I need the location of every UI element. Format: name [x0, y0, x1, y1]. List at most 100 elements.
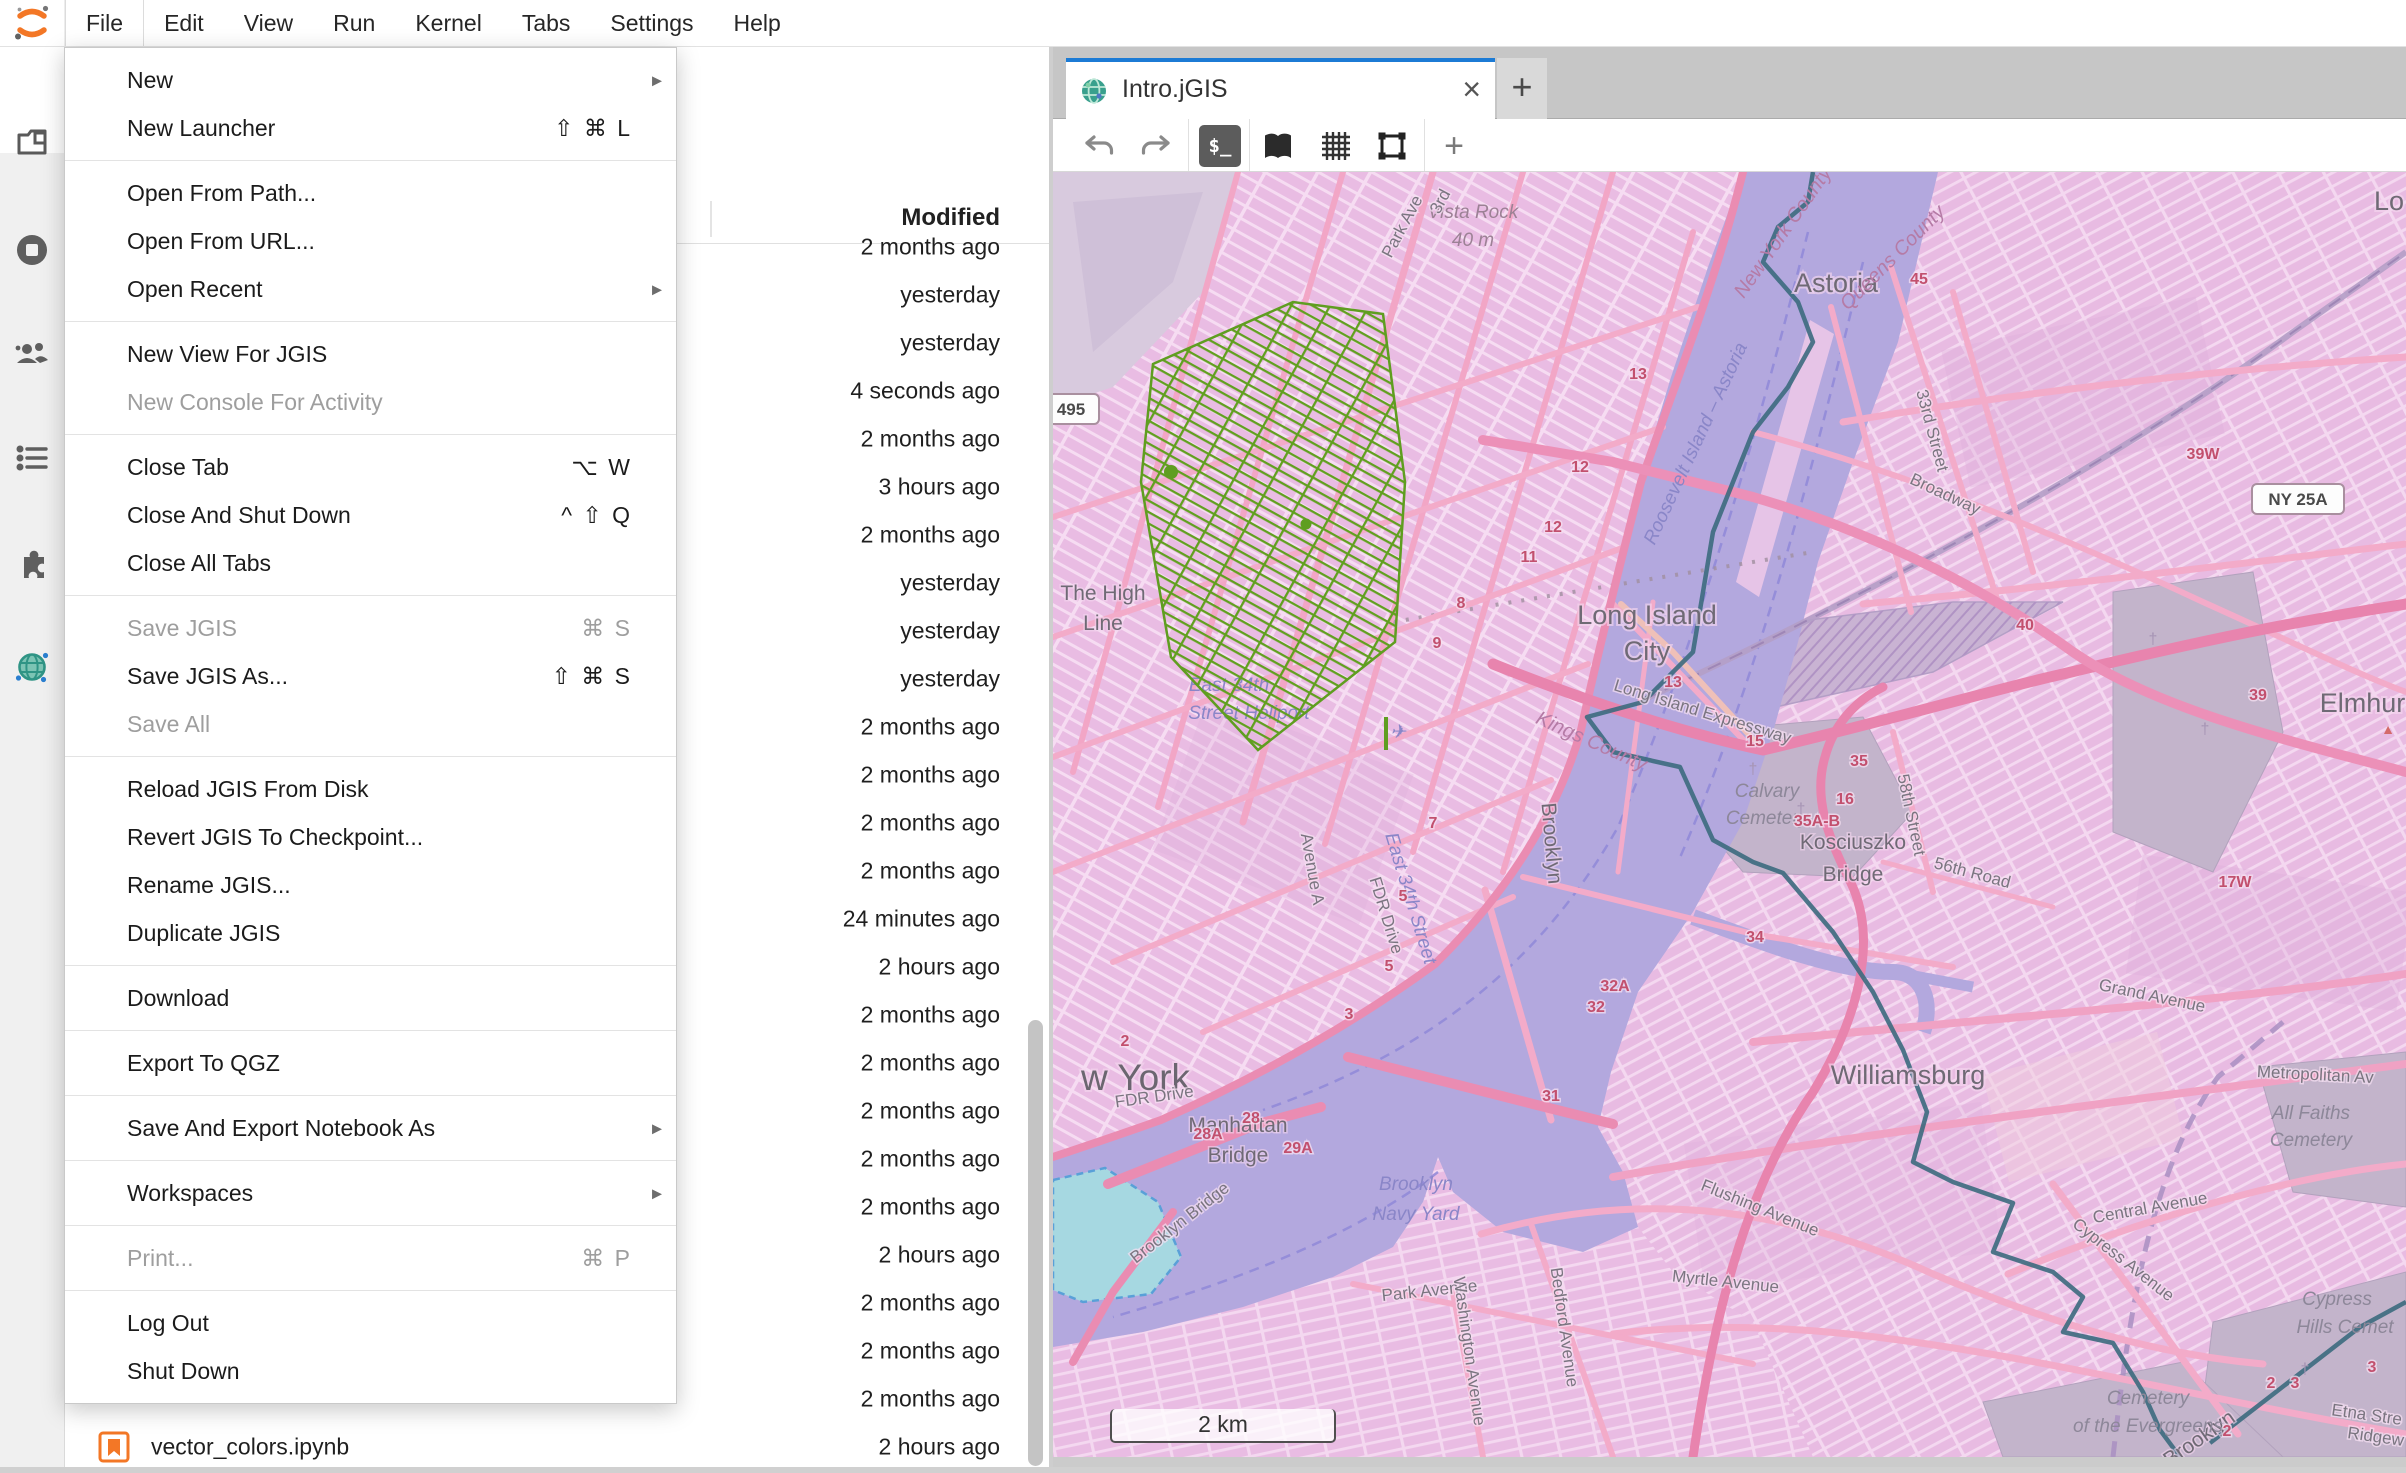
collaboration-users-icon[interactable] [13, 335, 51, 373]
menu-separator [65, 756, 676, 757]
extensions-puzzle-icon[interactable] [13, 543, 51, 581]
menubar-item-file[interactable]: File [65, 0, 144, 46]
menu-item-open-from-url[interactable]: Open From URL... [65, 217, 676, 265]
file-name: vector_colors.ipynb [151, 1434, 349, 1461]
rectangle-select-icon[interactable] [1371, 125, 1413, 167]
file-modified-time: 2 months ago [861, 1002, 1000, 1029]
svg-text:495: 495 [1057, 400, 1085, 419]
new-tab-button[interactable]: + [1497, 58, 1547, 119]
identify-book-icon[interactable] [1257, 125, 1299, 167]
menu-item-duplicate-jgis[interactable]: Duplicate JGIS [65, 909, 676, 957]
menu-item-open-from-path[interactable]: Open From Path... [65, 169, 676, 217]
file-modified-time: yesterday [900, 282, 1000, 309]
file-modified-time: yesterday [900, 666, 1000, 693]
menu-item-label: New Launcher [127, 115, 530, 142]
undo-icon[interactable] [1078, 125, 1120, 167]
file-modified-time: 2 months ago [861, 714, 1000, 741]
menu-item-open-recent[interactable]: Open Recent▸ [65, 265, 676, 313]
tab-close-icon[interactable]: × [1462, 69, 1481, 109]
route-number: 15 [1746, 733, 1764, 750]
menubar-item-tabs[interactable]: Tabs [502, 0, 591, 46]
menubar-item-run[interactable]: Run [313, 0, 395, 46]
menu-item-label: Save All [127, 711, 632, 738]
route-number: 39 [2249, 687, 2267, 704]
menu-item-save-jgis-as[interactable]: Save JGIS As... ⇧ ⌘ S [65, 652, 676, 700]
map-label: The High [1060, 582, 1145, 605]
menu-item-label: Close Tab [127, 454, 547, 481]
submenu-arrow-icon: ▸ [652, 1116, 662, 1141]
menu-item-new-view-for-jgis[interactable]: New View For JGIS [65, 330, 676, 378]
menu-item-shut-down[interactable]: Shut Down [65, 1347, 676, 1395]
map-label: ▲ [2381, 721, 2395, 737]
menubar-item-edit[interactable]: Edit [144, 0, 224, 46]
console-terminal-icon[interactable]: $_ [1199, 125, 1241, 167]
menu-item-log-out[interactable]: Log Out [65, 1299, 676, 1347]
menu-item-close-all-tabs[interactable]: Close All Tabs [65, 539, 676, 587]
route-number: 28 [1242, 1110, 1260, 1127]
menubar-item-help[interactable]: Help [714, 0, 801, 46]
file-row[interactable]: vector_colors.ipynb2 hours ago [65, 1423, 1050, 1467]
menu-item-shortcut: ⇧ ⌘ L [554, 115, 632, 142]
menu-item-shortcut: ⌥ W [571, 454, 632, 481]
file-modified-time: 2 months ago [861, 762, 1000, 789]
menu-item-label: Save JGIS [127, 615, 557, 642]
file-modified-time: 2 months ago [861, 858, 1000, 885]
menubar-item-settings[interactable]: Settings [590, 0, 713, 46]
menubar-item-view[interactable]: View [224, 0, 313, 46]
menu-item-label: Open Recent [127, 276, 632, 303]
menu-item-export-to-qgz[interactable]: Export To QGZ [65, 1039, 676, 1087]
menu-item-revert-jgis-to-checkpoint[interactable]: Revert JGIS To Checkpoint... [65, 813, 676, 861]
menu-item-new-launcher[interactable]: New Launcher ⇧ ⌘ L [65, 104, 676, 152]
redo-icon[interactable] [1135, 125, 1177, 167]
file-modified-time: 2 months ago [861, 1290, 1000, 1317]
jupyter-logo-icon[interactable] [0, 0, 65, 46]
menu-separator [65, 321, 676, 322]
route-number: 3 [2368, 1359, 2377, 1376]
map-canvas[interactable]: Vista Rock40 mAstoriaLong IslandCityWill… [1053, 172, 2406, 1457]
running-kernels-icon[interactable] [13, 231, 51, 269]
route-number: 12 [1571, 459, 1589, 476]
file-modified-time: yesterday [900, 330, 1000, 357]
highway-shield: 495 [1053, 394, 1099, 424]
menu-separator [65, 1095, 676, 1096]
menu-item-label: Close And Shut Down [127, 502, 537, 529]
menu-item-shortcut: ^ ⇧ Q [561, 502, 632, 529]
route-number: 5 [1385, 958, 1394, 975]
file-modified-time: 2 months ago [861, 234, 1000, 261]
file-list-scrollbar[interactable] [1028, 1020, 1043, 1466]
menu-item-rename-jgis[interactable]: Rename JGIS... [65, 861, 676, 909]
map-label: † [2301, 1361, 2310, 1378]
menu-item-reload-jgis-from-disk[interactable]: Reload JGIS From Disk [65, 765, 676, 813]
map-label: Kosciuszko [1800, 831, 1906, 854]
tab-intro-jgis[interactable]: Intro.jGIS × [1066, 58, 1495, 119]
file-browser-icon[interactable] [13, 123, 51, 161]
menu-item-close-and-shut-down[interactable]: Close And Shut Down ^ ⇧ Q [65, 491, 676, 539]
menu-item-label: Save JGIS As... [127, 663, 528, 690]
menu-item-save-and-export-notebook-as[interactable]: Save And Export Notebook As▸ [65, 1104, 676, 1152]
menubar-item-kernel[interactable]: Kernel [395, 0, 501, 46]
menu-item-label: Reload JGIS From Disk [127, 776, 632, 803]
menu-item-download[interactable]: Download [65, 974, 676, 1022]
menu-item-shortcut: ⇧ ⌘ S [552, 663, 632, 690]
menu-item-new[interactable]: New▸ [65, 56, 676, 104]
menu-item-label: Print... [127, 1245, 557, 1272]
map-label: Brooklyn [1379, 1174, 1453, 1195]
route-number: 31 [1542, 1088, 1560, 1105]
menu-item-workspaces[interactable]: Workspaces▸ [65, 1169, 676, 1217]
menu-separator [65, 1290, 676, 1291]
submenu-arrow-icon: ▸ [652, 1181, 662, 1206]
menu-separator [65, 965, 676, 966]
add-layer-icon[interactable]: + [1433, 125, 1475, 167]
menu-bar: FileEditViewRunKernelTabsSettingsHelp [0, 0, 2406, 47]
menu-item-close-tab[interactable]: Close Tab ⌥ W [65, 443, 676, 491]
route-number: 17W [2219, 874, 2253, 891]
table-of-contents-icon[interactable] [13, 439, 51, 477]
grid-icon[interactable] [1315, 125, 1357, 167]
jgis-globe-icon[interactable] [13, 647, 51, 685]
menu-item-label: New View For JGIS [127, 341, 632, 368]
jupyterlab-window: FileEditViewRunKernelTabsSettingsHelp [0, 0, 2406, 1473]
file-modified-time: 2 months ago [861, 522, 1000, 549]
map-document-panel: Intro.jGIS × + $_ + [1053, 46, 2406, 1473]
route-number: 40 [2016, 617, 2034, 634]
menu-separator [65, 1030, 676, 1031]
